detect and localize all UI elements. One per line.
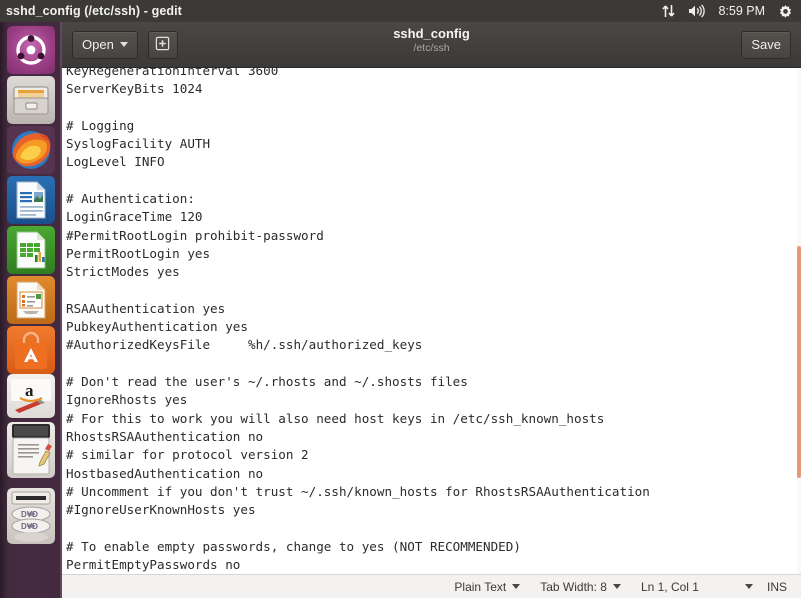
- cursor-position-selector[interactable]: Ln 1, Col 1: [641, 580, 753, 594]
- window-title: sshd_config (/etc/ssh) - gedit: [6, 4, 182, 18]
- new-document-button[interactable]: [147, 30, 178, 59]
- unity-top-panel: sshd_config (/etc/ssh) - gedit 8:59 PM: [0, 0, 801, 22]
- gear-icon[interactable]: [778, 4, 793, 19]
- unity-launcher: a DVD DVD: [0, 22, 62, 598]
- open-button-label: Open: [82, 37, 114, 52]
- launcher-item-dvd[interactable]: DVD DVD: [7, 488, 55, 544]
- clock-label[interactable]: 8:59 PM: [718, 4, 765, 18]
- new-document-icon: [155, 36, 170, 54]
- launcher-item-ubuntu-software[interactable]: [7, 326, 55, 374]
- chevron-down-icon: [612, 584, 621, 589]
- cursor-position-label: Ln 1, Col 1: [640, 579, 699, 594]
- desktop-screen: sshd_config (/etc/ssh) - gedit 8:59 PM a…: [0, 0, 801, 598]
- launcher-item-libreoffice-calc[interactable]: [7, 226, 55, 274]
- launcher-item-libreoffice-writer[interactable]: [7, 176, 55, 224]
- tab-width-label: Tab Width: 8: [540, 579, 607, 594]
- insert-mode-label: INS: [766, 579, 787, 594]
- save-button[interactable]: Save: [741, 30, 791, 59]
- chevron-down-icon: [512, 584, 521, 589]
- launcher-item-firefox[interactable]: [7, 126, 55, 174]
- language-selector[interactable]: Plain Text: [454, 579, 521, 594]
- open-button[interactable]: Open: [72, 30, 138, 59]
- insert-mode-indicator[interactable]: INS: [767, 580, 787, 594]
- language-label: Plain Text: [454, 579, 507, 594]
- launcher-item-files[interactable]: [7, 76, 55, 124]
- launcher-item-gedit[interactable]: [7, 422, 55, 478]
- launcher-item-ubuntu-dash[interactable]: [7, 26, 55, 74]
- vertical-scrollbar-thumb[interactable]: [797, 246, 801, 478]
- system-tray: 8:59 PM: [662, 4, 801, 19]
- svg-text:a: a: [25, 381, 34, 400]
- gedit-window: Open sshd_config /etc/ssh Save KeyRegene…: [62, 22, 801, 598]
- volume-icon[interactable]: [688, 4, 706, 18]
- launcher-item-libreoffice-impress[interactable]: [7, 276, 55, 324]
- gedit-statusbar: Plain Text Tab Width: 8 Ln 1, Col 1 INS: [62, 574, 801, 598]
- svg-text:DVD: DVD: [21, 510, 38, 519]
- save-button-label: Save: [751, 37, 781, 52]
- svg-text:DVD: DVD: [21, 522, 38, 531]
- tab-width-selector[interactable]: Tab Width: 8: [540, 580, 621, 594]
- text-editor-area[interactable]: KeyRegenerationInterval 3600 ServerKeyBi…: [62, 68, 801, 574]
- document-text[interactable]: KeyRegenerationInterval 3600 ServerKeyBi…: [62, 68, 801, 574]
- gedit-headerbar: Open sshd_config /etc/ssh Save: [62, 22, 801, 68]
- launcher-item-amazon[interactable]: a: [7, 374, 55, 418]
- network-updown-icon[interactable]: [662, 4, 676, 18]
- chevron-down-icon: [119, 42, 128, 47]
- chevron-down-icon: [744, 584, 753, 589]
